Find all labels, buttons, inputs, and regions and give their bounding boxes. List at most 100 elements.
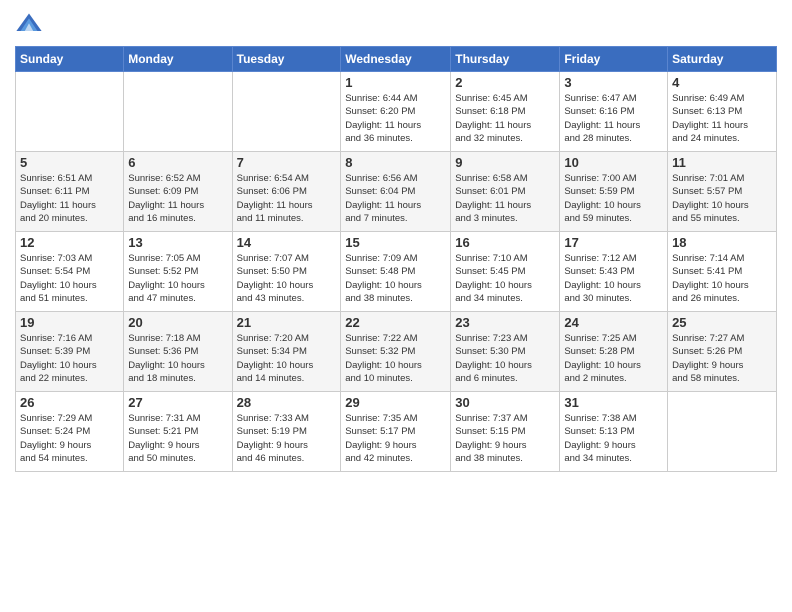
day-info: Sunrise: 7:20 AM Sunset: 5:34 PM Dayligh… xyxy=(237,332,337,385)
day-info: Sunrise: 7:35 AM Sunset: 5:17 PM Dayligh… xyxy=(345,412,446,465)
day-number: 11 xyxy=(672,155,772,170)
weekday-header-saturday: Saturday xyxy=(668,47,777,72)
calendar-cell: 13 Sunrise: 7:05 AM Sunset: 5:52 PM Dayli… xyxy=(124,232,232,312)
calendar-cell: 25 Sunrise: 7:27 AM Sunset: 5:26 PM Dayli… xyxy=(668,312,777,392)
calendar-cell: 14Sunrise: 7:07 AM Sunset: 5:50 PM Dayli… xyxy=(232,232,341,312)
calendar-cell: 10 Sunrise: 7:00 AM Sunset: 5:59 PM Dayli… xyxy=(560,152,668,232)
week-row-3: 12Sunrise: 7:03 AM Sunset: 5:54 PM Dayli… xyxy=(16,232,777,312)
day-info: Sunrise: 6:52 AM Sunset: 6:09 PM Dayligh… xyxy=(128,172,227,225)
header xyxy=(15,10,777,38)
logo xyxy=(15,10,47,38)
weekday-header-wednesday: Wednesday xyxy=(341,47,451,72)
calendar-cell xyxy=(668,392,777,472)
day-number: 21 xyxy=(237,315,337,330)
calendar-cell: 30 Sunrise: 7:37 AM Sunset: 5:15 PM Dayli… xyxy=(451,392,560,472)
weekday-header-row: SundayMondayTuesdayWednesdayThursdayFrid… xyxy=(16,47,777,72)
day-info: Sunrise: 7:29 AM Sunset: 5:24 PM Dayligh… xyxy=(20,412,119,465)
calendar-cell: 16 Sunrise: 7:10 AM Sunset: 5:45 PM Dayli… xyxy=(451,232,560,312)
calendar-cell: 6 Sunrise: 6:52 AM Sunset: 6:09 PM Daylig… xyxy=(124,152,232,232)
week-row-1: 1 Sunrise: 6:44 AM Sunset: 6:20 PM Daylig… xyxy=(16,72,777,152)
calendar-cell: 23 Sunrise: 7:23 AM Sunset: 5:30 PM Dayli… xyxy=(451,312,560,392)
weekday-header-tuesday: Tuesday xyxy=(232,47,341,72)
day-info: Sunrise: 6:54 AM Sunset: 6:06 PM Dayligh… xyxy=(237,172,337,225)
day-number: 25 xyxy=(672,315,772,330)
calendar-cell xyxy=(232,72,341,152)
calendar-cell: 4 Sunrise: 6:49 AM Sunset: 6:13 PM Daylig… xyxy=(668,72,777,152)
day-info: Sunrise: 7:16 AM Sunset: 5:39 PM Dayligh… xyxy=(20,332,119,385)
calendar-cell xyxy=(124,72,232,152)
day-info: Sunrise: 7:05 AM Sunset: 5:52 PM Dayligh… xyxy=(128,252,227,305)
day-info: Sunrise: 7:37 AM Sunset: 5:15 PM Dayligh… xyxy=(455,412,555,465)
day-info: Sunrise: 6:51 AM Sunset: 6:11 PM Dayligh… xyxy=(20,172,119,225)
calendar-cell: 2Sunrise: 6:45 AM Sunset: 6:18 PM Daylig… xyxy=(451,72,560,152)
calendar-cell: 19 Sunrise: 7:16 AM Sunset: 5:39 PM Dayli… xyxy=(16,312,124,392)
day-number: 3 xyxy=(564,75,663,90)
calendar-cell: 1 Sunrise: 6:44 AM Sunset: 6:20 PM Daylig… xyxy=(341,72,451,152)
calendar-cell: 18Sunrise: 7:14 AM Sunset: 5:41 PM Dayli… xyxy=(668,232,777,312)
day-info: Sunrise: 7:25 AM Sunset: 5:28 PM Dayligh… xyxy=(564,332,663,385)
day-info: Sunrise: 7:23 AM Sunset: 5:30 PM Dayligh… xyxy=(455,332,555,385)
weekday-header-friday: Friday xyxy=(560,47,668,72)
day-info: Sunrise: 6:44 AM Sunset: 6:20 PM Dayligh… xyxy=(345,92,446,145)
day-number: 8 xyxy=(345,155,446,170)
day-number: 24 xyxy=(564,315,663,330)
day-info: Sunrise: 7:10 AM Sunset: 5:45 PM Dayligh… xyxy=(455,252,555,305)
day-info: Sunrise: 6:58 AM Sunset: 6:01 PM Dayligh… xyxy=(455,172,555,225)
day-info: Sunrise: 7:22 AM Sunset: 5:32 PM Dayligh… xyxy=(345,332,446,385)
day-info: Sunrise: 6:47 AM Sunset: 6:16 PM Dayligh… xyxy=(564,92,663,145)
day-number: 10 xyxy=(564,155,663,170)
day-info: Sunrise: 7:07 AM Sunset: 5:50 PM Dayligh… xyxy=(237,252,337,305)
day-number: 27 xyxy=(128,395,227,410)
day-info: Sunrise: 7:38 AM Sunset: 5:13 PM Dayligh… xyxy=(564,412,663,465)
calendar-cell: 31Sunrise: 7:38 AM Sunset: 5:13 PM Dayli… xyxy=(560,392,668,472)
calendar-cell: 11 Sunrise: 7:01 AM Sunset: 5:57 PM Dayli… xyxy=(668,152,777,232)
week-row-2: 5 Sunrise: 6:51 AM Sunset: 6:11 PM Daylig… xyxy=(16,152,777,232)
day-number: 12 xyxy=(20,235,119,250)
calendar-cell: 26Sunrise: 7:29 AM Sunset: 5:24 PM Dayli… xyxy=(16,392,124,472)
day-number: 6 xyxy=(128,155,227,170)
calendar: SundayMondayTuesdayWednesdayThursdayFrid… xyxy=(15,46,777,472)
day-info: Sunrise: 6:45 AM Sunset: 6:18 PM Dayligh… xyxy=(455,92,555,145)
calendar-cell: 9 Sunrise: 6:58 AM Sunset: 6:01 PM Daylig… xyxy=(451,152,560,232)
calendar-cell: 8Sunrise: 6:56 AM Sunset: 6:04 PM Daylig… xyxy=(341,152,451,232)
day-info: Sunrise: 7:33 AM Sunset: 5:19 PM Dayligh… xyxy=(237,412,337,465)
day-info: Sunrise: 7:14 AM Sunset: 5:41 PM Dayligh… xyxy=(672,252,772,305)
day-number: 4 xyxy=(672,75,772,90)
calendar-cell: 3 Sunrise: 6:47 AM Sunset: 6:16 PM Daylig… xyxy=(560,72,668,152)
calendar-cell: 27 Sunrise: 7:31 AM Sunset: 5:21 PM Dayli… xyxy=(124,392,232,472)
calendar-cell xyxy=(16,72,124,152)
calendar-cell: 15Sunrise: 7:09 AM Sunset: 5:48 PM Dayli… xyxy=(341,232,451,312)
day-number: 16 xyxy=(455,235,555,250)
week-row-4: 19 Sunrise: 7:16 AM Sunset: 5:39 PM Dayli… xyxy=(16,312,777,392)
weekday-header-thursday: Thursday xyxy=(451,47,560,72)
day-number: 23 xyxy=(455,315,555,330)
day-info: Sunrise: 7:27 AM Sunset: 5:26 PM Dayligh… xyxy=(672,332,772,385)
day-info: Sunrise: 7:18 AM Sunset: 5:36 PM Dayligh… xyxy=(128,332,227,385)
calendar-cell: 5 Sunrise: 6:51 AM Sunset: 6:11 PM Daylig… xyxy=(16,152,124,232)
page: SundayMondayTuesdayWednesdayThursdayFrid… xyxy=(0,0,792,612)
day-number: 13 xyxy=(128,235,227,250)
day-number: 9 xyxy=(455,155,555,170)
day-number: 19 xyxy=(20,315,119,330)
day-number: 28 xyxy=(237,395,337,410)
day-info: Sunrise: 7:00 AM Sunset: 5:59 PM Dayligh… xyxy=(564,172,663,225)
day-number: 17 xyxy=(564,235,663,250)
day-info: Sunrise: 6:49 AM Sunset: 6:13 PM Dayligh… xyxy=(672,92,772,145)
calendar-cell: 12Sunrise: 7:03 AM Sunset: 5:54 PM Dayli… xyxy=(16,232,124,312)
calendar-cell: 28 Sunrise: 7:33 AM Sunset: 5:19 PM Dayli… xyxy=(232,392,341,472)
calendar-cell: 22Sunrise: 7:22 AM Sunset: 5:32 PM Dayli… xyxy=(341,312,451,392)
calendar-cell: 20Sunrise: 7:18 AM Sunset: 5:36 PM Dayli… xyxy=(124,312,232,392)
day-number: 29 xyxy=(345,395,446,410)
calendar-cell: 7Sunrise: 6:54 AM Sunset: 6:06 PM Daylig… xyxy=(232,152,341,232)
day-info: Sunrise: 7:01 AM Sunset: 5:57 PM Dayligh… xyxy=(672,172,772,225)
week-row-5: 26Sunrise: 7:29 AM Sunset: 5:24 PM Dayli… xyxy=(16,392,777,472)
day-number: 1 xyxy=(345,75,446,90)
calendar-cell: 29 Sunrise: 7:35 AM Sunset: 5:17 PM Dayli… xyxy=(341,392,451,472)
logo-icon xyxy=(15,10,43,38)
day-number: 30 xyxy=(455,395,555,410)
calendar-cell: 21 Sunrise: 7:20 AM Sunset: 5:34 PM Dayli… xyxy=(232,312,341,392)
weekday-header-sunday: Sunday xyxy=(16,47,124,72)
calendar-cell: 24 Sunrise: 7:25 AM Sunset: 5:28 PM Dayli… xyxy=(560,312,668,392)
day-info: Sunrise: 7:31 AM Sunset: 5:21 PM Dayligh… xyxy=(128,412,227,465)
day-number: 5 xyxy=(20,155,119,170)
